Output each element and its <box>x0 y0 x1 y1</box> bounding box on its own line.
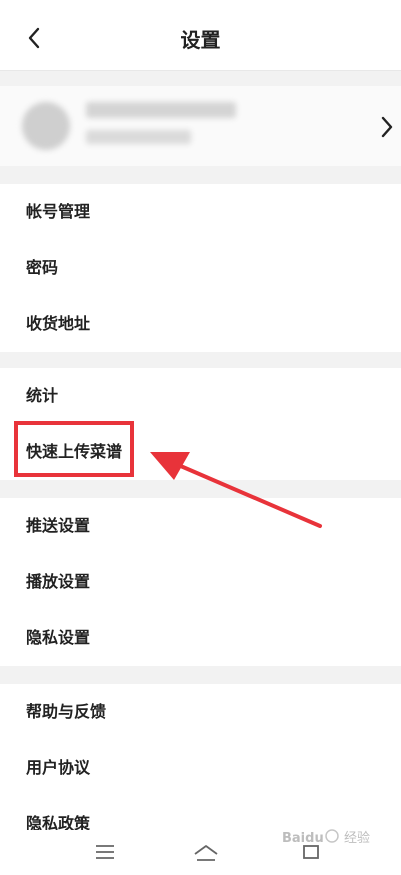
settings-group-help: 帮助与反馈 用户协议 隐私政策 <box>0 684 401 830</box>
settings-item-help-feedback[interactable]: 帮助与反馈 <box>0 684 401 740</box>
settings-item-playback[interactable]: 播放设置 <box>0 554 401 610</box>
baidu-watermark: Baidu 经验 <box>282 829 370 846</box>
top-bar: 设置 <box>0 0 401 71</box>
home-icon[interactable] <box>192 842 220 864</box>
page-title: 设置 <box>180 28 221 52</box>
blurred-username <box>86 102 236 118</box>
watermark-brand: Baidu <box>282 831 324 846</box>
settings-group-account: 帐号管理 密码 收货地址 <box>0 184 401 352</box>
highlight-box <box>14 421 134 477</box>
settings-item-statistics[interactable]: 统计 <box>0 368 401 424</box>
annotation-arrow <box>150 452 322 528</box>
menu-icon[interactable] <box>94 842 116 862</box>
settings-item-account-management[interactable]: 帐号管理 <box>0 184 401 240</box>
blurred-user-info <box>86 130 191 144</box>
chevron-right-icon <box>381 116 393 138</box>
profile-card[interactable] <box>0 86 401 166</box>
settings-item-privacy[interactable]: 隐私设置 <box>0 610 401 666</box>
settings-item-user-agreement[interactable]: 用户协议 <box>0 740 401 796</box>
settings-item-password[interactable]: 密码 <box>0 240 401 296</box>
settings-item-shipping-address[interactable]: 收货地址 <box>0 296 401 352</box>
watermark-sub: 经验 <box>344 830 370 846</box>
avatar <box>22 102 70 150</box>
